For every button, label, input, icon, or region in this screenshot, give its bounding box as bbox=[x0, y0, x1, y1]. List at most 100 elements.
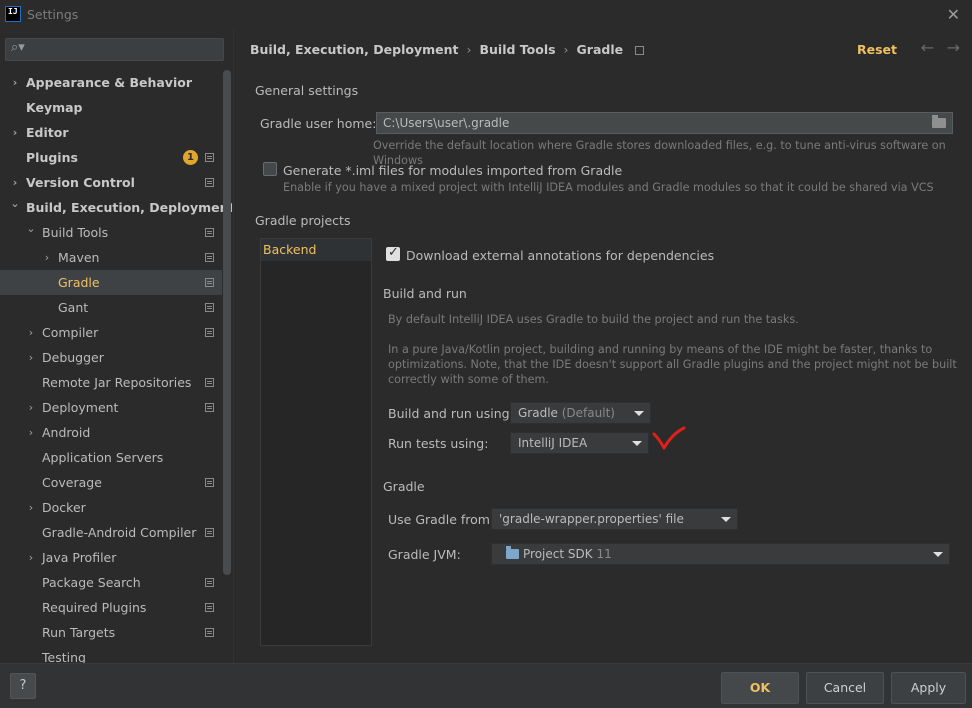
run-tests-using-dropdown[interactable]: IntelliJ IDEA bbox=[510, 432, 649, 454]
build-run-using-dropdown[interactable]: Gradle (Default) bbox=[510, 402, 651, 424]
sidebar-item-gant[interactable]: Gant bbox=[0, 295, 222, 320]
back-arrow-icon[interactable]: ← bbox=[921, 38, 934, 57]
cancel-button[interactable]: Cancel bbox=[806, 672, 884, 704]
gradle-heading: Gradle bbox=[383, 479, 425, 494]
gradle-projects-list: Backend bbox=[260, 238, 372, 646]
project-level-icon bbox=[205, 253, 214, 262]
project-level-icon bbox=[205, 378, 214, 387]
project-level-icon bbox=[205, 403, 214, 412]
ok-button[interactable]: OK bbox=[721, 672, 799, 704]
chevron-right-icon[interactable]: › bbox=[9, 120, 21, 145]
gradle-user-home-label: Gradle user home: bbox=[260, 116, 377, 131]
project-level-icon bbox=[205, 528, 214, 537]
gradle-jvm-dropdown[interactable]: Project SDK 11 bbox=[491, 543, 950, 565]
generate-iml-hint: Enable if you have a mixed project with … bbox=[283, 181, 934, 194]
chevron-right-icon[interactable]: › bbox=[25, 495, 37, 520]
sidebar-item-label: Remote Jar Repositories bbox=[42, 375, 192, 390]
folder-icon[interactable] bbox=[932, 115, 946, 128]
generate-iml-checkbox[interactable] bbox=[263, 162, 277, 176]
download-annotations-checkbox[interactable] bbox=[386, 245, 400, 261]
sidebar-item-keymap[interactable]: Keymap bbox=[0, 95, 222, 120]
gradle-user-home-field[interactable]: C:\Users\user\.gradle bbox=[376, 112, 953, 134]
use-gradle-from-label: Use Gradle from: bbox=[388, 512, 495, 527]
project-level-icon bbox=[205, 603, 214, 612]
search-icon: ⌕▾ bbox=[11, 40, 25, 55]
chevron-down-icon[interactable]: ⌄ bbox=[25, 216, 37, 241]
project-level-icon bbox=[205, 278, 214, 287]
search-input[interactable]: ⌕▾ bbox=[5, 38, 224, 61]
forward-arrow-icon[interactable]: → bbox=[947, 38, 960, 57]
sidebar-item-testing[interactable]: Testing bbox=[0, 645, 222, 663]
chevron-down-icon bbox=[927, 544, 949, 564]
sidebar-item-plugins[interactable]: Plugins 1 bbox=[0, 145, 222, 170]
reset-link[interactable]: Reset bbox=[857, 42, 897, 57]
project-level-icon bbox=[205, 178, 214, 187]
gradle-jvm-value: Project SDK bbox=[523, 547, 593, 561]
sidebar-item-label: Required Plugins bbox=[42, 600, 147, 615]
sidebar-item-remote-jar-repositories[interactable]: Remote Jar Repositories bbox=[0, 370, 222, 395]
chevron-down-icon bbox=[715, 509, 737, 529]
sidebar-item-appearance-behavior[interactable]: › Appearance & Behavior bbox=[0, 70, 222, 95]
gradle-settings-panel: Build, Execution, Deployment › Build Tools… bbox=[233, 28, 972, 663]
breadcrumb: Build, Execution, Deployment › Build Tools… bbox=[250, 42, 645, 57]
apply-button[interactable]: Apply bbox=[891, 672, 966, 704]
generate-iml-label: Generate *.iml files for modules importe… bbox=[283, 163, 623, 178]
use-gradle-from-value: 'gradle-wrapper.properties' file bbox=[499, 512, 684, 526]
sidebar-item-deployment[interactable]: › Deployment bbox=[0, 395, 222, 420]
sidebar-item-debugger[interactable]: › Debugger bbox=[0, 345, 222, 370]
project-level-icon bbox=[205, 153, 214, 162]
sidebar-item-label: Plugins bbox=[26, 150, 78, 165]
dialog-footer: ? OK Cancel Apply bbox=[0, 663, 972, 708]
gradle-user-home-value: C:\Users\user\.gradle bbox=[383, 116, 510, 130]
update-count-badge: 1 bbox=[183, 150, 198, 165]
chevron-right-icon[interactable]: › bbox=[25, 395, 37, 420]
chevron-right-icon[interactable]: › bbox=[25, 320, 37, 345]
chevron-right-icon[interactable]: › bbox=[9, 70, 21, 95]
chevron-right-icon[interactable]: › bbox=[41, 245, 53, 270]
sidebar-item-docker[interactable]: › Docker bbox=[0, 495, 222, 520]
close-icon[interactable]: ✕ bbox=[947, 5, 960, 24]
sidebar-item-editor[interactable]: › Editor bbox=[0, 120, 222, 145]
sidebar-item-gradle[interactable]: Gradle bbox=[0, 270, 222, 295]
gradle-jvm-label: Gradle JVM: bbox=[388, 547, 461, 562]
sidebar-item-build-tools[interactable]: ⌄ Build Tools bbox=[0, 220, 222, 245]
gradle-projects-heading: Gradle projects bbox=[255, 213, 351, 228]
sidebar-item-version-control[interactable]: › Version Control bbox=[0, 170, 222, 195]
sidebar-item-label: Gant bbox=[58, 300, 89, 315]
project-item-backend[interactable]: Backend bbox=[261, 239, 371, 261]
sidebar-item-compiler[interactable]: › Compiler bbox=[0, 320, 222, 345]
sidebar-item-required-plugins[interactable]: Required Plugins bbox=[0, 595, 222, 620]
breadcrumb-build-execution: Build, Execution, Deployment bbox=[250, 42, 459, 57]
build-run-hint: By default IntelliJ IDEA uses Gradle to … bbox=[388, 313, 799, 326]
use-gradle-from-dropdown[interactable]: 'gradle-wrapper.properties' file bbox=[491, 508, 738, 530]
sidebar-item-label: Coverage bbox=[42, 475, 102, 490]
build-and-run-heading: Build and run bbox=[383, 286, 467, 301]
gradle-jvm-version: 11 bbox=[596, 547, 612, 561]
project-level-icon bbox=[205, 628, 214, 637]
sidebar-item-application-servers[interactable]: Application Servers bbox=[0, 445, 222, 470]
sidebar-item-maven[interactable]: › Maven bbox=[0, 245, 222, 270]
sidebar-item-label: Run Targets bbox=[42, 625, 116, 640]
sidebar-item-label: Editor bbox=[26, 125, 69, 140]
sidebar-item-label: Gradle-Android Compiler bbox=[42, 525, 197, 540]
breadcrumb-separator-icon: › bbox=[563, 42, 569, 57]
project-level-icon bbox=[205, 328, 214, 337]
build-run-using-label: Build and run using: bbox=[388, 406, 514, 421]
sidebar-item-java-profiler[interactable]: › Java Profiler bbox=[0, 545, 222, 570]
chevron-down-icon bbox=[626, 433, 648, 453]
sidebar-item-gradle-android-compiler[interactable]: Gradle-Android Compiler bbox=[0, 520, 222, 545]
sidebar-item-coverage[interactable]: Coverage bbox=[0, 470, 222, 495]
sidebar-item-package-search[interactable]: Package Search bbox=[0, 570, 222, 595]
build-run-using-value: Gradle bbox=[518, 406, 558, 420]
chevron-right-icon[interactable]: › bbox=[25, 420, 37, 445]
sidebar-item-label: Package Search bbox=[42, 575, 141, 590]
red-checkmark-annotation-icon bbox=[652, 426, 686, 450]
chevron-down-icon[interactable]: ⌄ bbox=[9, 191, 21, 216]
help-button[interactable]: ? bbox=[10, 673, 36, 699]
sidebar-scrollbar[interactable] bbox=[223, 70, 231, 575]
chevron-right-icon[interactable]: › bbox=[25, 345, 37, 370]
sidebar-item-run-targets[interactable]: Run Targets bbox=[0, 620, 222, 645]
sidebar-item-android[interactable]: › Android bbox=[0, 420, 222, 445]
chevron-right-icon[interactable]: › bbox=[25, 545, 37, 570]
chevron-down-icon bbox=[628, 403, 650, 423]
